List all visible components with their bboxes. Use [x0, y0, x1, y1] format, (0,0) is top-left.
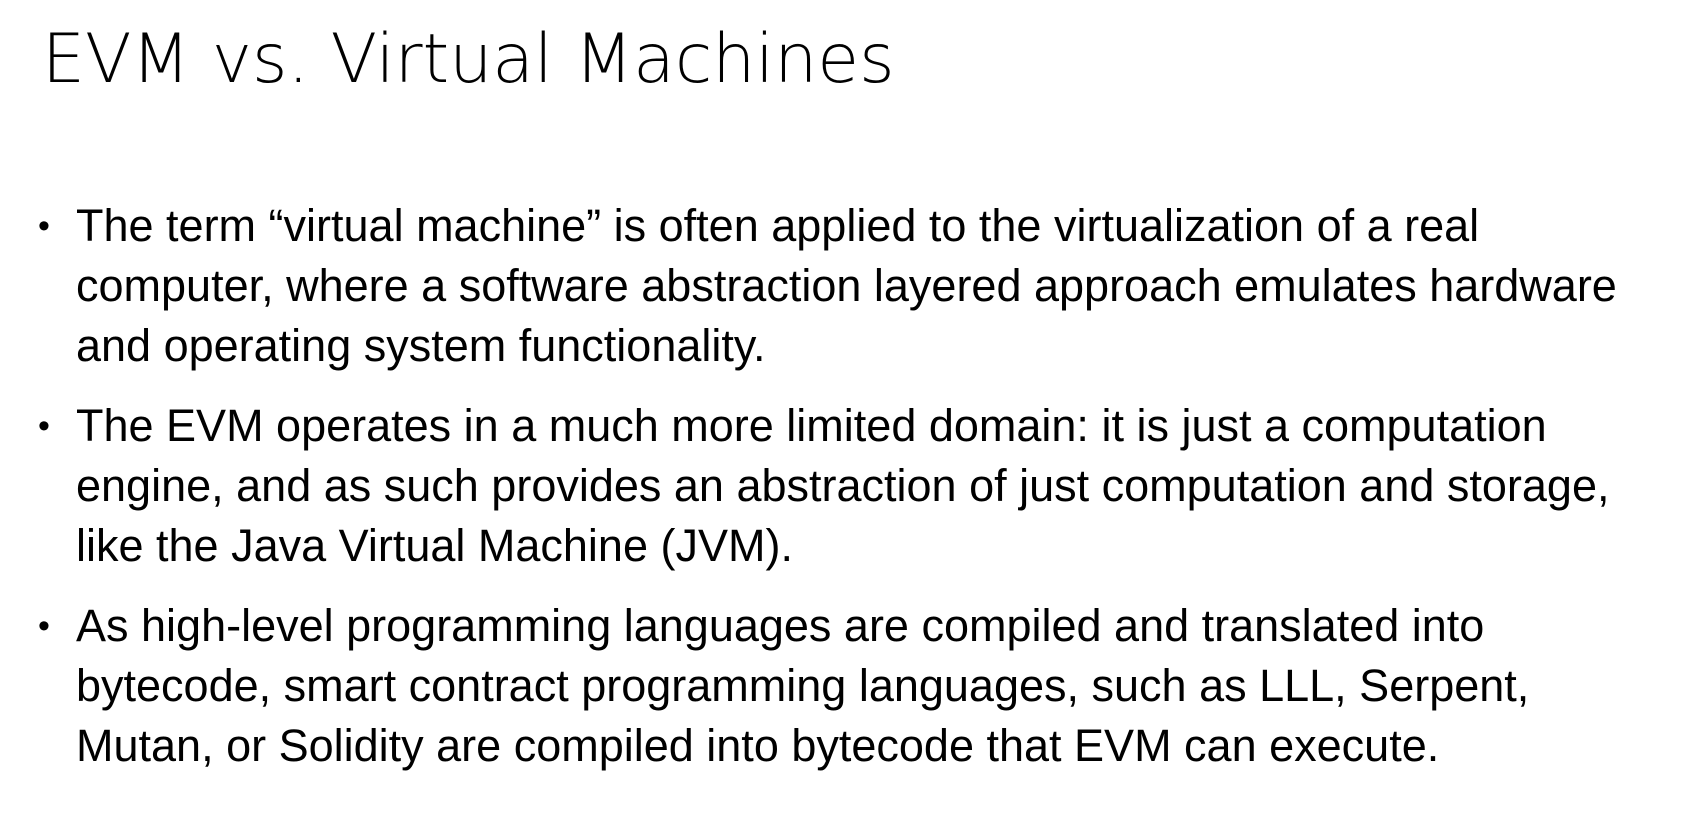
slide: EVM vs. Virtual Machines • The term “vir… — [0, 0, 1682, 829]
bullet-marker-icon: • — [38, 207, 50, 245]
bullet-item-1: • The term “virtual machine” is often ap… — [38, 196, 1663, 376]
bullet-item-2: • The EVM operates in a much more limite… — [38, 396, 1663, 576]
bullet-text: The term “virtual machine” is often appl… — [76, 200, 1617, 371]
bullet-text: As high-level programming languages are … — [76, 600, 1530, 771]
slide-title: EVM vs. Virtual Machines — [42, 20, 895, 99]
bullet-item-3: • As high-level programming languages ar… — [38, 596, 1663, 776]
bullet-list: • The term “virtual machine” is often ap… — [38, 196, 1663, 796]
bullet-marker-icon: • — [38, 407, 50, 445]
bullet-marker-icon: • — [38, 607, 50, 645]
bullet-text: The EVM operates in a much more limited … — [76, 400, 1610, 571]
